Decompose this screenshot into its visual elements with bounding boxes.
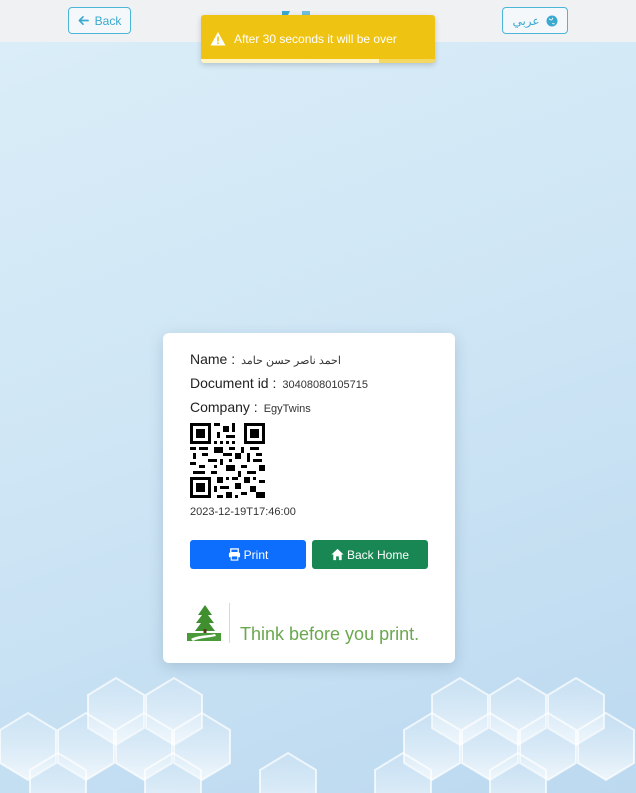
warning-toast: After 30 seconds it will be over [201, 15, 435, 63]
back-button[interactable]: Back [68, 7, 131, 34]
document-id-value: 30408080105715 [282, 379, 369, 391]
eco-slogan: Think before you print. [240, 624, 420, 644]
language-toggle-button[interactable]: عربي [502, 7, 568, 34]
language-label: عربي [512, 13, 540, 28]
qr-code [190, 423, 265, 498]
back-home-label: Back Home [346, 547, 410, 562]
toast-message: After 30 seconds it will be over [234, 32, 397, 46]
arrow-left-icon [78, 16, 89, 25]
company-value: EgyTwins [263, 403, 311, 415]
back-home-button[interactable]: Back Home [312, 540, 428, 569]
document-id-row: Document id : 30408080105715 [190, 375, 368, 391]
document-id-label: Document id : [190, 375, 277, 391]
print-button[interactable]: Print [190, 540, 306, 569]
globe-icon [546, 15, 558, 26]
back-label: Back [94, 13, 122, 28]
print-label: Print [243, 547, 269, 562]
toast-progress-bar [201, 59, 379, 63]
tree-logo-icon [187, 605, 221, 641]
logo-divider [229, 603, 230, 643]
company-label: Company : [190, 399, 258, 415]
name-value: احمد ناصر حسن حامد [241, 355, 341, 367]
name-label: Name : [190, 351, 236, 367]
document-card: Name : احمد ناصر حسن حامد Document id : … [163, 333, 455, 663]
warning-icon [210, 32, 226, 46]
printer-icon [228, 548, 240, 561]
company-row: Company : EgyTwins [190, 399, 311, 415]
timestamp: 2023-12-19T17:46:00 [190, 506, 296, 518]
name-row: Name : احمد ناصر حسن حامد [190, 351, 341, 367]
home-icon [331, 548, 344, 561]
